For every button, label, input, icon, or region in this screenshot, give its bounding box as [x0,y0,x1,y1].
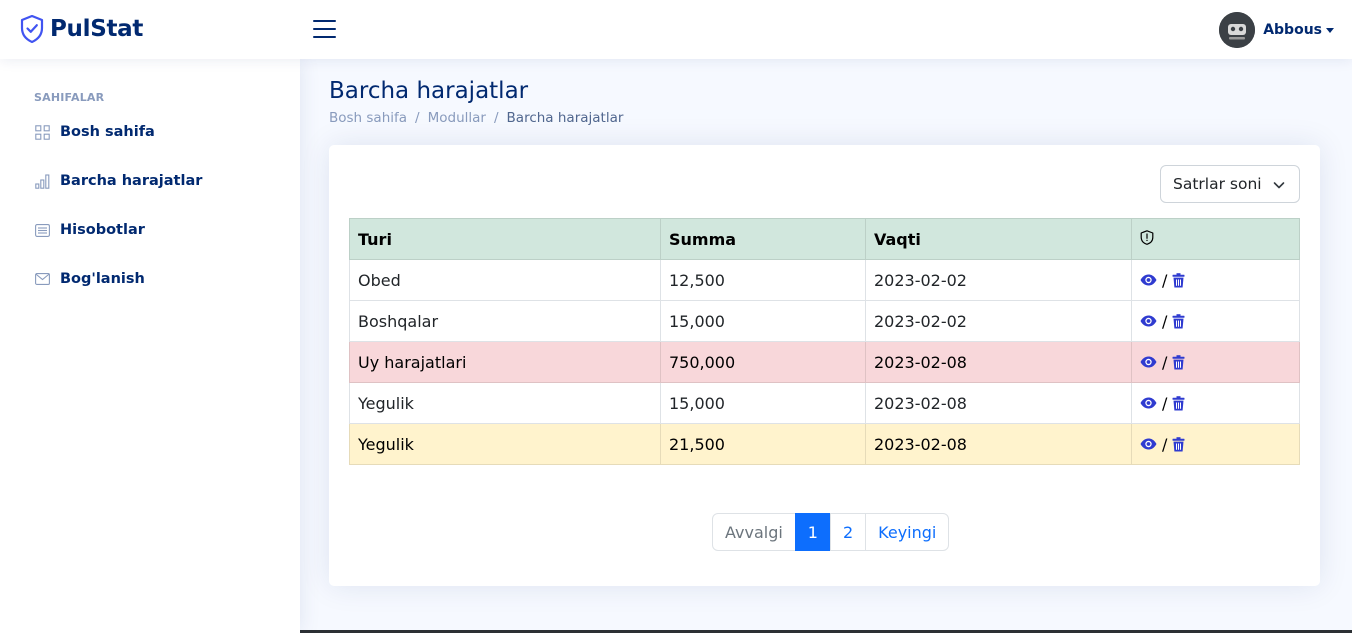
caret-down-icon [1326,27,1334,33]
cell-vaqti: 2023-02-08 [865,423,1132,465]
cell-actions: / [1131,423,1300,465]
action-separator: / [1162,311,1168,331]
breadcrumb: Bosh sahifa / Modullar / Barcha harajatl… [329,110,623,126]
cell-turi: Uy harajatlari [349,341,661,383]
eye-icon[interactable] [1140,274,1157,286]
sidebar: SAHIFALAR Bosh sahifa Barcha harajatlar … [0,59,300,633]
action-separator: / [1162,393,1168,413]
eye-icon[interactable] [1140,315,1157,327]
cell-actions: / [1131,341,1300,383]
cell-summa: 750,000 [660,341,866,383]
cell-summa: 12,500 [660,259,866,301]
trash-icon[interactable] [1172,395,1185,411]
cell-summa: 21,500 [660,423,866,465]
rows-count-select[interactable]: Satrlar soni [1160,165,1300,203]
breadcrumb-separator: / [493,110,499,126]
table-row: Obed 12,500 2023-02-02 / [349,259,1300,301]
logo-text: PulStat [50,16,144,42]
column-header-actions [1131,218,1300,260]
table-row: Yegulik 15,000 2023-02-08 / [349,382,1300,424]
table-row: Uy harajatlari 750,000 2023-02-08 / [349,341,1300,383]
trash-icon[interactable] [1172,436,1185,452]
cell-vaqti: 2023-02-02 [865,300,1132,342]
expenses-table: Turi Summa Vaqti Obed 12,500 2023-02-02/Bo… [349,218,1300,465]
action-separator: / [1162,270,1168,290]
column-header-turi: Turi [349,218,661,260]
cell-summa: 15,000 [660,382,866,424]
sidebar-item-label: Bosh sahifa [60,124,155,140]
cell-actions: / [1131,300,1300,342]
profile-name: Abbous [1263,22,1322,38]
profile-dropdown[interactable]: Abbous [1219,12,1334,48]
breadcrumb-item-current: Barcha harajatlar [506,110,624,126]
shield-exclamation-icon [1140,229,1154,245]
table-row: Boshqalar 15,000 2023-02-02 / [349,300,1300,342]
logo[interactable]: PulStat [20,14,143,44]
pagination-prev-button[interactable]: Avvalgi [712,513,796,551]
sidebar-item-label: Hisobotlar [60,222,145,238]
column-header-vaqti: Vaqti [865,218,1132,260]
page-title: Barcha harajatlar [329,78,529,104]
list-card-icon [34,222,50,238]
pagination-page-2[interactable]: 2 [829,513,867,551]
expenses-card: Satrlar soni Turi Summa Vaqti Obed 12,500… [329,145,1320,586]
envelope-icon [34,271,50,287]
trash-icon[interactable] [1172,313,1185,329]
eye-icon[interactable] [1140,438,1157,450]
cell-turi: Boshqalar [349,300,661,342]
sidebar-item-bosh-sahifa[interactable]: Bosh sahifa [20,112,280,152]
top-header: PulStat Abbous [0,0,1352,59]
cell-turi: Yegulik [349,423,661,465]
shield-logo-icon [20,15,44,43]
sidebar-item-label: Barcha harajatlar [60,173,203,189]
action-separator: / [1162,434,1168,454]
sidebar-item-boglanish[interactable]: Bog'lanish [20,259,280,299]
column-header-summa: Summa [660,218,866,260]
sidebar-item-barcha-harajatlar[interactable]: Barcha harajatlar [20,161,280,201]
breadcrumb-item-modules[interactable]: Modullar [428,110,486,126]
pagination-next-button[interactable]: Keyingi [865,513,950,551]
cell-vaqti: 2023-02-08 [865,341,1132,383]
action-separator: / [1162,352,1168,372]
cell-actions: / [1131,259,1300,301]
cell-vaqti: 2023-02-02 [865,259,1132,301]
eye-icon[interactable] [1140,397,1157,409]
cell-turi: Obed [349,259,661,301]
rows-count-select-value: Satrlar soni [1173,175,1262,193]
table-header-row: Turi Summa Vaqti [349,218,1300,260]
sidebar-item-label: Bog'lanish [60,271,145,287]
bar-chart-icon [34,173,50,189]
avatar [1219,12,1256,48]
cell-vaqti: 2023-02-08 [865,382,1132,424]
chevron-down-icon [1273,182,1285,189]
pagination-page-1[interactable]: 1 [794,513,831,551]
grid-icon [34,124,50,140]
trash-icon[interactable] [1172,272,1185,288]
trash-icon[interactable] [1172,354,1185,370]
breadcrumb-item-home[interactable]: Bosh sahifa [329,110,407,126]
cell-turi: Yegulik [349,382,661,424]
cell-actions: / [1131,382,1300,424]
pagination: Avvalgi 1 2 Keyingi [712,513,950,551]
eye-icon[interactable] [1140,356,1157,368]
breadcrumb-separator: / [415,110,420,126]
nav-heading: SAHIFALAR [34,91,105,104]
cell-summa: 15,000 [660,300,866,342]
menu-toggle-icon[interactable] [313,18,337,40]
table-row: Yegulik 21,500 2023-02-08 / [349,423,1300,465]
sidebar-item-hisobotlar[interactable]: Hisobotlar [20,210,280,250]
